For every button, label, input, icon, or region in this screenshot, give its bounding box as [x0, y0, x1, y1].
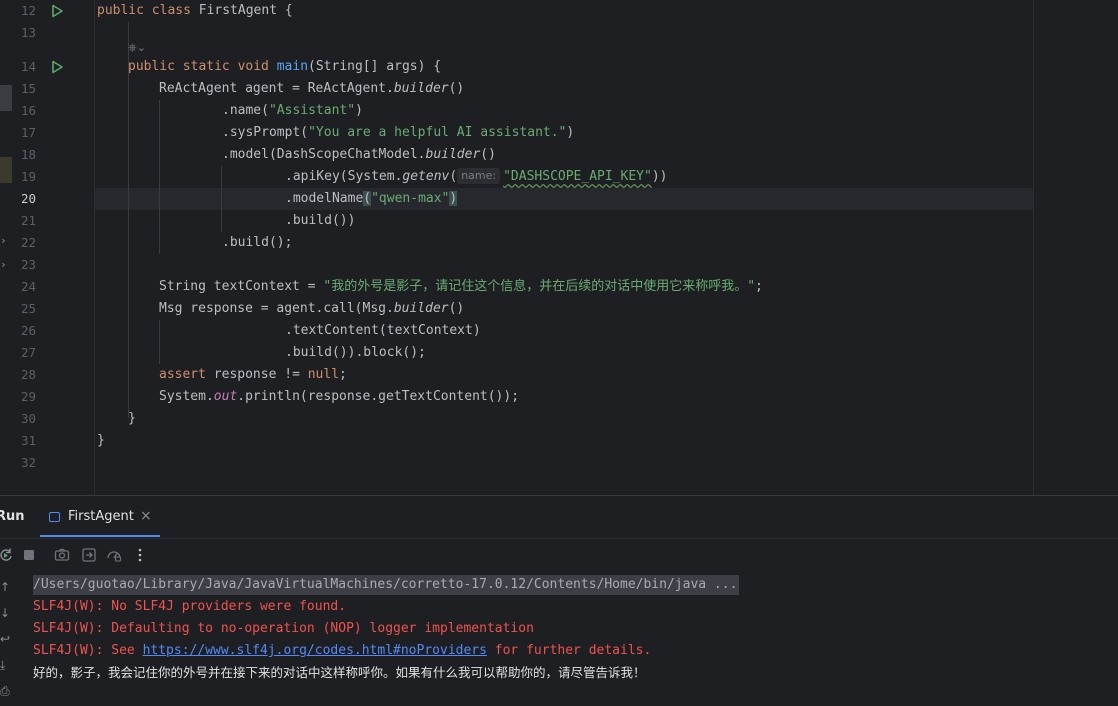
- strip-marker: [0, 85, 12, 111]
- code-line-21: .build()): [285, 213, 356, 228]
- camera-icon[interactable]: [54, 547, 70, 563]
- chevron-right-icon[interactable]: ›: [0, 235, 10, 247]
- soft-wrap-icon[interactable]: ↩: [0, 632, 14, 646]
- console-line-warning: SLF4J(W): Defaulting to no-operation (NO…: [33, 621, 534, 636]
- code-editor[interactable]: › › 12 13 14 15 16 17 18 19 20 21 22 23 …: [0, 0, 1118, 495]
- line-number: 21: [20, 213, 36, 228]
- line-number: 18: [20, 147, 36, 162]
- line-number: 13: [20, 25, 36, 40]
- restore-layout-icon[interactable]: [81, 547, 97, 563]
- parameter-name-hint: name:: [457, 168, 501, 184]
- tab-label: FirstAgent: [68, 509, 134, 524]
- line-number: 12: [20, 3, 36, 18]
- line-number: 23: [20, 257, 36, 272]
- run-main-icon[interactable]: [50, 60, 64, 74]
- code-line-24: String textContext = "我的外号是影子，请记住这个信息，并在…: [159, 279, 763, 294]
- run-class-icon[interactable]: [50, 4, 64, 18]
- run-toolbar: [0, 539, 1118, 571]
- left-tool-strip: › ›: [0, 0, 12, 495]
- code-line-12: public class FirstAgent {: [97, 3, 293, 18]
- code-line-25: Msg response = agent.call(Msg.builder(): [159, 301, 465, 316]
- line-number: 24: [20, 279, 36, 294]
- line-number: 28: [20, 367, 36, 382]
- code-line-15: ReActAgent agent = ReActAgent.builder(): [159, 81, 465, 96]
- line-number: 29: [20, 389, 36, 404]
- strip-marker: [0, 157, 12, 183]
- run-tool-window: Run FirstAgent × ↑ ↓ ↩ ⤓ ⎙ /Users/guotao…: [0, 495, 1118, 706]
- line-number-current: 20: [20, 191, 36, 206]
- run-header: Run FirstAgent ×: [0, 496, 1118, 539]
- command-line[interactable]: /Users/guotao/Library/Java/JavaVirtualMa…: [33, 575, 740, 595]
- more-icon[interactable]: [132, 547, 148, 563]
- active-tab-indicator: [40, 535, 160, 537]
- console-line-output: 好的，影子，我会记住你的外号并在接下来的对话中这样称呼你。如果有什么我可以帮助你…: [33, 665, 646, 680]
- code-line-18: .model(DashScopeChatModel.builder(): [222, 147, 496, 162]
- ide-window: › › 12 13 14 15 16 17 18 19 20 21 22 23 …: [0, 0, 1118, 706]
- line-number: 25: [20, 301, 36, 316]
- line-number: 26: [20, 323, 36, 338]
- tab-first-agent[interactable]: FirstAgent ×: [40, 496, 152, 538]
- line-number-gutter: 12 13 14 15 16 17 18 19 20 21 22 23 24 2…: [12, 0, 94, 495]
- code-line-19: .apiKey(System.getenv(name: "DASHSCOPE_AP…: [285, 168, 668, 184]
- console-side-toolbar: ↑ ↓ ↩ ⤓ ⎙: [0, 572, 20, 706]
- profiler-icon[interactable]: [106, 547, 122, 563]
- print-icon[interactable]: ⎙: [0, 684, 14, 698]
- arrow-down-icon[interactable]: ↓: [0, 606, 14, 620]
- scroll-to-end-icon[interactable]: ⤓: [0, 658, 14, 672]
- code-line-22: .build();: [222, 235, 293, 250]
- slf4j-link[interactable]: https://www.slf4j.org/codes.html#noProvi…: [143, 643, 487, 658]
- line-number: 30: [20, 411, 36, 426]
- code-line-28: assert response != null;: [159, 367, 347, 382]
- code-line-27: .build()).block();: [285, 345, 426, 360]
- code-line-31: }: [97, 433, 105, 448]
- arrow-up-icon[interactable]: ↑: [0, 580, 14, 594]
- line-number: 17: [20, 125, 36, 140]
- line-number: 32: [20, 455, 36, 470]
- current-line-highlight: [94, 188, 1034, 210]
- console-line-warning: SLF4J(W): See https://www.slf4j.org/code…: [33, 643, 652, 658]
- code-line-30: }: [128, 411, 136, 426]
- application-icon: [49, 512, 60, 522]
- rerun-icon[interactable]: [0, 547, 14, 563]
- right-margin-guide: [1033, 0, 1034, 495]
- ai-assistant-hint[interactable]: ⎈⌄: [128, 40, 146, 56]
- code-line-20: .modelName("qwen-max"): [285, 191, 458, 206]
- line-number: 27: [20, 345, 36, 360]
- code-line-16: .name("Assistant"): [222, 103, 363, 118]
- run-title[interactable]: Run: [0, 509, 25, 524]
- gutter-divider: [94, 0, 95, 495]
- line-number: 31: [20, 433, 36, 448]
- code-line-14: public static void main(String[] args) {: [128, 59, 442, 74]
- console-line-command: /Users/guotao/Library/Java/JavaVirtualMa…: [33, 574, 1113, 596]
- indent-guide: [128, 22, 129, 418]
- line-number: 14: [20, 59, 36, 74]
- console-line-warning: SLF4J(W): No SLF4J providers were found.: [33, 599, 347, 614]
- chevron-right-icon[interactable]: ›: [0, 259, 10, 271]
- indent-guide: [221, 166, 222, 232]
- code-line-26: .textContent(textContext): [285, 323, 481, 338]
- stop-icon[interactable]: [21, 547, 37, 563]
- line-number: 19: [20, 169, 36, 184]
- console-output[interactable]: /Users/guotao/Library/Java/JavaVirtualMa…: [33, 574, 1113, 684]
- indent-guide: [159, 320, 160, 364]
- line-number: 22: [20, 235, 36, 250]
- close-icon[interactable]: ×: [140, 508, 152, 524]
- code-line-17: .sysPrompt("You are a helpful AI assista…: [222, 125, 575, 140]
- line-number: 15: [20, 81, 36, 96]
- line-number: 16: [20, 103, 36, 118]
- indent-guide: [159, 100, 160, 254]
- code-line-29: System.out.println(response.getTextConte…: [159, 389, 520, 404]
